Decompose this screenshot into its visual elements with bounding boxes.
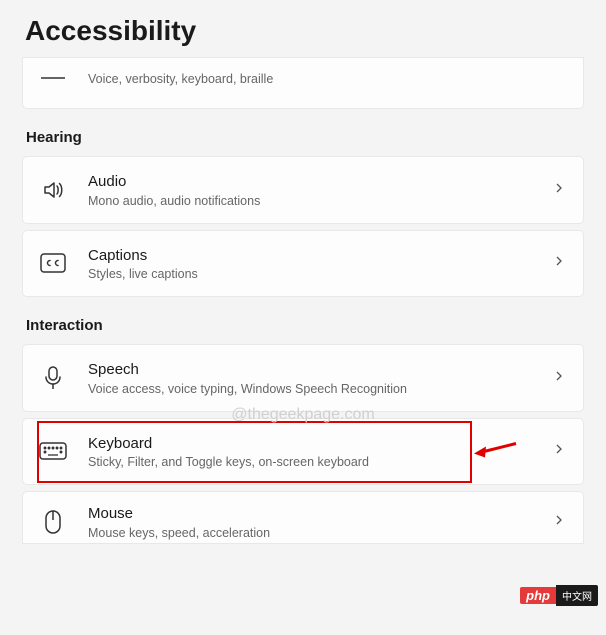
settings-content: Voice, verbosity, keyboard, braille Hear… [0,57,606,544]
settings-item-audio[interactable]: Audio Mono audio, audio notifications [22,156,584,224]
settings-item-keyboard[interactable]: Keyboard Sticky, Filter, and Toggle keys… [22,418,584,486]
section-heading-hearing: Hearing [26,129,584,146]
speaker-icon [38,175,68,205]
item-text: Mouse Mouse keys, speed, acceleration [88,504,553,540]
item-text: Captions Styles, live captions [88,246,553,282]
item-text: Voice, verbosity, keyboard, braille [88,70,565,86]
chevron-right-icon [553,254,565,272]
item-desc: Styles, live captions [88,267,553,281]
settings-item-captions[interactable]: Captions Styles, live captions [22,230,584,298]
item-title: Captions [88,246,553,266]
mouse-icon [38,507,68,537]
chevron-right-icon [553,513,565,531]
captions-icon [38,248,68,278]
page-title: Accessibility [0,0,606,57]
microphone-icon [38,363,68,393]
item-desc: Mono audio, audio notifications [88,194,553,208]
item-desc: Mouse keys, speed, acceleration [88,526,553,540]
settings-item-narrator[interactable]: Voice, verbosity, keyboard, braille [22,57,584,109]
chevron-right-icon [553,369,565,387]
item-text: Speech Voice access, voice typing, Windo… [88,360,553,396]
badge-left: php [520,587,556,604]
item-desc: Voice, verbosity, keyboard, braille [88,72,565,86]
chevron-right-icon [553,442,565,460]
section-heading-interaction: Interaction [26,317,584,334]
item-title: Speech [88,360,553,380]
item-title: Audio [88,172,553,192]
item-title: Mouse [88,504,553,524]
chevron-right-icon [553,181,565,199]
site-badge: php 中文网 [520,585,598,605]
item-desc: Sticky, Filter, and Toggle keys, on-scre… [88,455,553,469]
settings-item-speech[interactable]: Speech Voice access, voice typing, Windo… [22,344,584,412]
item-title: Keyboard [88,434,553,454]
keyboard-icon [38,436,68,466]
item-desc: Voice access, voice typing, Windows Spee… [88,382,553,396]
item-text: Keyboard Sticky, Filter, and Toggle keys… [88,434,553,470]
settings-item-mouse[interactable]: Mouse Mouse keys, speed, acceleration [22,491,584,544]
badge-right: 中文网 [556,585,598,606]
narrator-icon [38,63,68,93]
item-text: Audio Mono audio, audio notifications [88,172,553,208]
